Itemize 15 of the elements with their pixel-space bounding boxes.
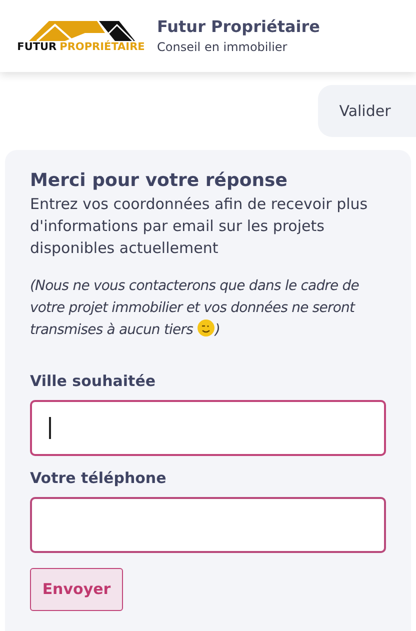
send-button[interactable]: Envoyer	[30, 568, 123, 611]
privacy-note: (Nous ne vous contacterons que dans le cadre de votre projet immobilier et vos données ne seront transmises à aucun tiers )	[30, 277, 360, 340]
roof-icon	[27, 19, 135, 41]
site-subtitle: Conseil en immobilier	[157, 39, 288, 56]
logo-text: PROPRIÉTAIRE	[60, 41, 145, 53]
wink-emoji-icon	[197, 319, 216, 337]
logo-text: FUTUR	[17, 41, 57, 53]
field-label: Ville souhaitée	[30, 371, 157, 391]
field-label: Votre téléphone	[30, 468, 168, 488]
reply-bubble[interactable]: Valider	[318, 85, 416, 137]
site-title: Futur Propriétaire	[157, 16, 320, 38]
input-field[interactable]	[30, 400, 386, 456]
input-field[interactable]	[30, 497, 386, 553]
intro-text: Entrez vos coordonnées afin de recevoir plus d'informations par email sur les projets disponibles actuellement	[30, 194, 369, 259]
form-title: Merci pour votre réponse	[30, 169, 288, 193]
